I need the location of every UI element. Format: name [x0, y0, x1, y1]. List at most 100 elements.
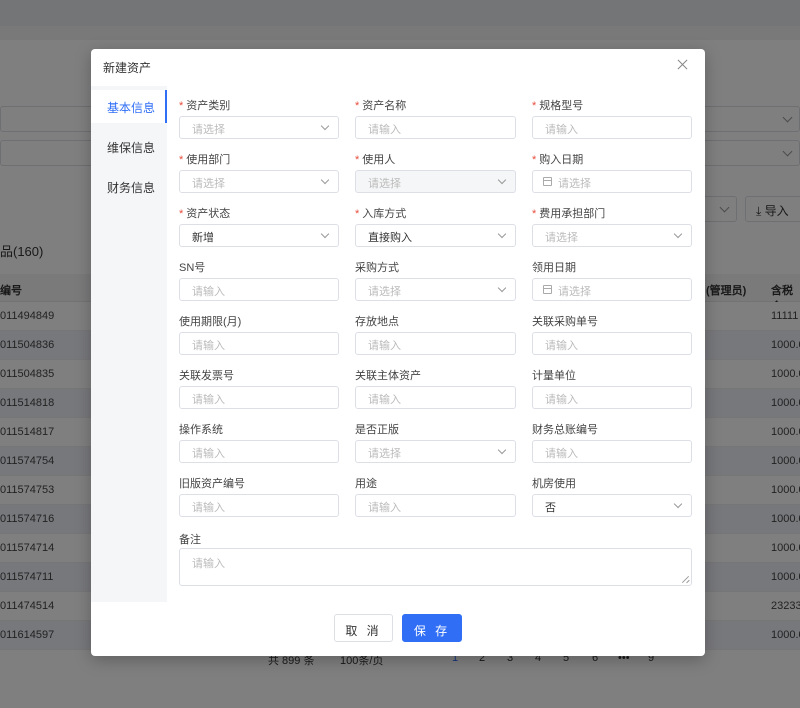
field-placeholder: 请输入	[368, 340, 401, 352]
close-icon[interactable]	[676, 58, 690, 72]
field-placeholder: 请选择	[192, 178, 225, 190]
field-label: 领用日期	[532, 259, 576, 275]
field-label: * 购入日期	[532, 151, 583, 167]
chevron-down-icon	[673, 229, 683, 239]
chevron-down-icon	[673, 499, 683, 509]
field-placeholder: 请输入	[545, 340, 578, 352]
remark-label: 备注	[179, 534, 201, 546]
nav-finance-info[interactable]: 财务信息	[91, 170, 167, 203]
required-mark: *	[532, 154, 537, 166]
field-label-text: 资产类别	[186, 100, 231, 112]
select-field[interactable]: 直接购入	[355, 224, 516, 247]
field-placeholder: 请输入	[192, 502, 225, 514]
chevron-down-icon	[320, 121, 330, 131]
field-label-text: 操作系统	[179, 424, 223, 436]
chevron-down-icon	[497, 175, 507, 185]
field-label-text: 财务总账编号	[532, 424, 598, 436]
date-field[interactable]: 请选择	[532, 170, 692, 193]
field-label-text: 旧版资产编号	[179, 478, 245, 490]
field-label: 存放地点	[355, 313, 399, 329]
field-label: * 使用部门	[179, 151, 230, 167]
field-label-text: 领用日期	[532, 262, 576, 274]
text-field[interactable]: 请输入	[179, 386, 339, 409]
field-value: 否	[545, 502, 556, 514]
select-field[interactable]: 新增	[179, 224, 339, 247]
select-field[interactable]: 请选择	[355, 170, 516, 193]
field-placeholder: 请选择	[368, 286, 401, 298]
field-label-text: 采购方式	[355, 262, 399, 274]
nav-maintenance-info[interactable]: 维保信息	[91, 130, 167, 163]
select-field[interactable]: 请选择	[532, 224, 692, 247]
remark-placeholder: 请输入	[192, 558, 225, 570]
field-label-text: 关联主体资产	[355, 370, 421, 382]
field-value: 新增	[192, 232, 214, 244]
select-field[interactable]: 请选择	[355, 278, 516, 301]
text-field[interactable]: 请输入	[532, 116, 692, 139]
field-label: * 资产名称	[355, 97, 406, 113]
text-field[interactable]: 请输入	[355, 332, 516, 355]
field-label-text: 计量单位	[532, 370, 576, 382]
save-button[interactable]: 保 存	[402, 614, 462, 642]
field-label-text: 费用承担部门	[539, 208, 606, 220]
field-label: * 资产类别	[179, 97, 230, 113]
select-field[interactable]: 请选择	[179, 116, 339, 139]
field-label-text: 资产状态	[186, 208, 231, 220]
field-placeholder: 请选择	[368, 448, 401, 460]
field-label: * 使用人	[355, 151, 395, 167]
required-mark: *	[355, 208, 360, 220]
chevron-down-icon	[497, 229, 507, 239]
field-label: 采购方式	[355, 259, 399, 275]
text-field[interactable]: 请输入	[355, 116, 516, 139]
field-label: 旧版资产编号	[179, 475, 245, 491]
field-placeholder: 请输入	[192, 394, 225, 406]
field-label: 是否正版	[355, 421, 399, 437]
field-label: SN号	[179, 259, 205, 275]
field-placeholder: 请输入	[545, 394, 578, 406]
chevron-down-icon	[320, 229, 330, 239]
required-mark: *	[179, 154, 184, 166]
field-label: * 资产状态	[179, 205, 230, 221]
field-label: 关联发票号	[179, 367, 234, 383]
field-label-text: 使用期限(月)	[179, 316, 242, 328]
field-placeholder: 请输入	[368, 394, 401, 406]
field-label-text: 关联采购单号	[532, 316, 598, 328]
field-label: 使用期限(月)	[179, 313, 241, 329]
field-placeholder: 请选择	[368, 178, 401, 190]
text-field[interactable]: 请输入	[179, 494, 339, 517]
field-placeholder: 请输入	[192, 286, 225, 298]
modal-title: 新建资产	[103, 61, 152, 75]
field-label: 操作系统	[179, 421, 223, 437]
field-placeholder: 请输入	[192, 448, 225, 460]
nav-basic-info[interactable]: 基本信息	[91, 90, 167, 123]
text-field[interactable]: 请输入	[179, 278, 339, 301]
field-label: * 费用承担部门	[532, 205, 605, 221]
field-label-text: 机房使用	[532, 478, 576, 490]
text-field[interactable]: 请输入	[179, 332, 339, 355]
remark-textarea[interactable]: 请输入	[179, 548, 692, 586]
select-field[interactable]: 请选择	[179, 170, 339, 193]
text-field[interactable]: 请输入	[355, 386, 516, 409]
field-label: 用途	[355, 475, 377, 491]
calendar-icon	[543, 177, 552, 186]
text-field[interactable]: 请输入	[532, 440, 692, 463]
chevron-down-icon	[320, 175, 330, 185]
select-field[interactable]: 否	[532, 494, 692, 517]
field-placeholder: 请输入	[545, 124, 578, 136]
text-field[interactable]: 请输入	[179, 440, 339, 463]
side-nav: 基本信息 维保信息 财务信息	[91, 86, 167, 602]
field-placeholder: 请选择	[545, 232, 578, 244]
chevron-down-icon	[497, 445, 507, 455]
resize-handle-icon[interactable]	[682, 576, 689, 583]
required-mark: *	[179, 100, 184, 112]
text-field[interactable]: 请输入	[532, 332, 692, 355]
text-field[interactable]: 请输入	[532, 386, 692, 409]
field-label: 关联采购单号	[532, 313, 598, 329]
required-mark: *	[532, 100, 537, 112]
date-field[interactable]: 请选择	[532, 278, 692, 301]
text-field[interactable]: 请输入	[355, 494, 516, 517]
select-field[interactable]: 请选择	[355, 440, 516, 463]
field-label: 机房使用	[532, 475, 576, 491]
field-placeholder: 请输入	[192, 340, 225, 352]
cancel-button[interactable]: 取 消	[334, 614, 393, 642]
field-placeholder: 请选择	[558, 286, 591, 298]
